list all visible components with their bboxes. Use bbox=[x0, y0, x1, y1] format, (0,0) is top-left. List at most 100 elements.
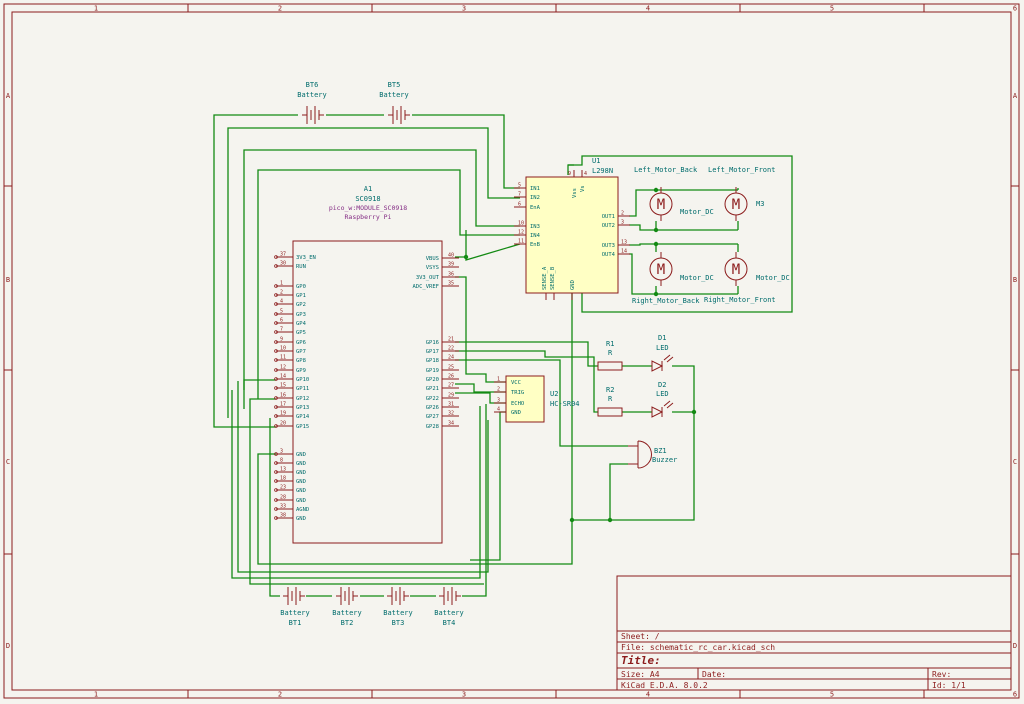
motor-dc-2[interactable]: M bbox=[724, 187, 748, 221]
schematic-sheet: 1 2 3 4 5 6 1 2 3 4 5 6 A B C D A B C D … bbox=[3, 3, 1020, 699]
led-d1[interactable]: D1 LED bbox=[651, 334, 674, 372]
pin-name: GND bbox=[296, 461, 306, 467]
buzzer-bz1[interactable]: BZ1 Buzzer bbox=[628, 440, 677, 469]
grid-col-label: 5 bbox=[830, 691, 834, 699]
pin-number: 39 bbox=[448, 262, 454, 268]
pin-number: 14 bbox=[621, 249, 627, 255]
pin-name: GP16 bbox=[426, 340, 439, 346]
pin-name: GND bbox=[570, 280, 576, 290]
pin-name: GP28 bbox=[426, 424, 439, 430]
pico-footprint: pico_w:MODULE_SC0918 bbox=[329, 204, 407, 212]
pin-number: 40 bbox=[448, 253, 454, 259]
pin-number: 29 bbox=[448, 393, 454, 399]
battery-icon[interactable] bbox=[283, 587, 305, 605]
pin-name: GP18 bbox=[426, 358, 439, 364]
pin-number: 9 bbox=[568, 171, 571, 177]
pin-name: SENSE_A bbox=[542, 266, 548, 290]
battery-icon[interactable] bbox=[387, 587, 409, 605]
pin-number: 15 bbox=[280, 383, 286, 389]
pin-name: GP2 bbox=[296, 302, 306, 308]
pin-number: 11 bbox=[280, 355, 286, 361]
pin-name: VCC bbox=[511, 380, 521, 386]
pin-number: 14 bbox=[280, 374, 286, 380]
motor-value: Motor_DC bbox=[680, 208, 714, 216]
grid-col-label: 1 bbox=[94, 691, 98, 699]
pin-name: IN3 bbox=[530, 224, 540, 230]
led-ref: D2 bbox=[658, 381, 666, 389]
motor-dc-4[interactable]: M bbox=[724, 252, 748, 286]
led-value: LED bbox=[656, 344, 669, 352]
pin-name: GP3 bbox=[296, 312, 306, 318]
grid-col-label: 3 bbox=[462, 691, 466, 699]
grid-row-label: A bbox=[6, 92, 11, 100]
pin-name: GND bbox=[511, 410, 521, 416]
pin-number: 38 bbox=[280, 513, 286, 519]
grid-row-label: D bbox=[6, 642, 10, 650]
pin-name: Vs bbox=[580, 185, 586, 192]
motor-label: Left_Motor_Front bbox=[708, 166, 775, 174]
pin-name: OUT4 bbox=[602, 252, 616, 258]
pin-number: 35 bbox=[448, 281, 454, 287]
motor-label: Left_Motor_Back bbox=[634, 166, 698, 174]
resistor-r2[interactable]: R2 R bbox=[597, 386, 623, 417]
pin-name: GP19 bbox=[426, 368, 439, 374]
grid-col-label: 2 bbox=[278, 5, 282, 13]
sensor-ref: U2 bbox=[550, 390, 558, 398]
battery-ref: BT2 bbox=[341, 619, 354, 627]
pin-number: 5 bbox=[518, 183, 521, 189]
pin-name: GP8 bbox=[296, 358, 306, 364]
pin-name: GP20 bbox=[426, 377, 439, 383]
battery-icon[interactable] bbox=[388, 106, 410, 124]
grid-row-label: B bbox=[6, 276, 10, 284]
grid-row-label: B bbox=[1013, 276, 1017, 284]
pin-number: 6 bbox=[518, 202, 521, 208]
battery-icon[interactable] bbox=[302, 106, 324, 124]
grid-row-label: D bbox=[1013, 642, 1017, 650]
motor-glyph: M bbox=[732, 197, 740, 213]
pico-ref: A1 bbox=[364, 185, 372, 193]
pin-name: GP13 bbox=[296, 405, 309, 411]
buzzer-ref: BZ1 bbox=[654, 447, 667, 455]
pin-name: GP21 bbox=[426, 386, 439, 392]
battery-ref: BT1 bbox=[289, 619, 302, 627]
motor-glyph: M bbox=[657, 197, 665, 213]
title-block-id: Id: 1/1 bbox=[932, 681, 966, 690]
title-block: Sheet: / File: schematic_rc_car.kicad_sc… bbox=[616, 575, 1012, 691]
pin-number: 34 bbox=[448, 421, 454, 427]
pin-name: VBUS bbox=[426, 256, 439, 262]
motor-dc-1[interactable]: M bbox=[649, 187, 673, 221]
pin-name: GP14 bbox=[296, 414, 310, 420]
l298n-driver[interactable]: U1 L298N 5 IN1 7 IN2 6 EnA 10 IN3 12 IN4 11 EnB 2 OU… bbox=[514, 157, 630, 300]
pin-number: 2 bbox=[280, 290, 283, 296]
hc-sr04-sensor[interactable]: 1 VCC 2 TRIG 3 ECHO 4 GND U2 HC-SR04 bbox=[494, 375, 580, 423]
motor-value: Motor_DC bbox=[756, 274, 790, 282]
pin-name: OUT2 bbox=[602, 223, 615, 229]
pin-name: EnA bbox=[530, 205, 541, 211]
pin-name: GND bbox=[296, 488, 306, 494]
pin-name: GP0 bbox=[296, 284, 306, 290]
pin-number: 3 bbox=[621, 220, 624, 226]
grid-col-label: 5 bbox=[830, 5, 834, 13]
motor-dc-3[interactable]: M bbox=[649, 252, 673, 286]
pin-number: 17 bbox=[280, 402, 286, 408]
pin-name: GP17 bbox=[426, 349, 439, 355]
motor-labels: Left_Motor_Back Left_Motor_Front Motor_D… bbox=[632, 166, 790, 305]
pin-number: 30 bbox=[280, 261, 286, 267]
battery-icon[interactable] bbox=[439, 587, 461, 605]
grid-row-label: A bbox=[1013, 92, 1018, 100]
pin-number: 7 bbox=[280, 327, 283, 333]
title-block-app: KiCad E.D.A. 8.0.2 bbox=[621, 681, 708, 690]
pin-number: 12 bbox=[280, 365, 286, 371]
motor-label: Right_Motor_Back bbox=[632, 297, 700, 305]
resistor-body bbox=[597, 361, 623, 371]
pin-name: SENSE_B bbox=[550, 266, 556, 290]
pin-number: 36 bbox=[448, 272, 454, 278]
led-d2[interactable]: D2 LED bbox=[651, 381, 674, 418]
motor-ref: M3 bbox=[756, 200, 764, 208]
resistor-r1[interactable]: R1 R bbox=[597, 340, 623, 371]
pin-number: 18 bbox=[280, 476, 286, 482]
pin-number: 25 bbox=[448, 365, 454, 371]
battery-icon[interactable] bbox=[336, 587, 358, 605]
pin-name: GP4 bbox=[296, 321, 307, 327]
pico-module[interactable]: A1 SC0918 pico_w:MODULE_SC0918 Raspberry… bbox=[274, 185, 459, 544]
